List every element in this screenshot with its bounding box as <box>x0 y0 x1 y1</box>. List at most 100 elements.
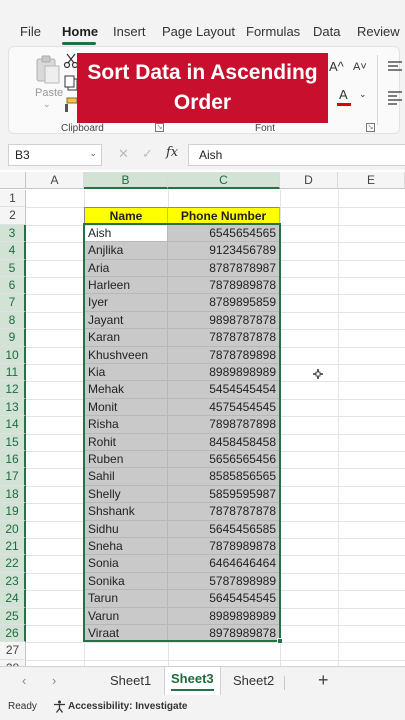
row-header[interactable]: 5 <box>0 259 26 277</box>
row-header[interactable]: 15 <box>0 433 26 451</box>
cell-phone[interactable]: 5859595987 <box>168 485 280 504</box>
cell-phone[interactable]: 5645456585 <box>168 520 280 538</box>
header-cell-name[interactable]: Name <box>84 207 168 225</box>
cell-phone[interactable]: 5656565456 <box>168 451 280 469</box>
cell-name[interactable]: Anjlika <box>84 242 168 260</box>
increase-font-size-button[interactable]: A^ <box>329 59 344 74</box>
cell-phone[interactable]: 8787878987 <box>168 259 280 277</box>
row-header[interactable]: 7 <box>0 294 26 312</box>
cell-phone[interactable]: 8585856565 <box>168 468 280 486</box>
cell-phone[interactable]: 5454545454 <box>168 381 280 399</box>
cell-name[interactable]: Kia <box>84 364 168 382</box>
align-left-icon[interactable] <box>387 89 403 105</box>
row-header[interactable]: 10 <box>0 346 26 364</box>
cell-name[interactable]: Karan <box>84 329 168 347</box>
cell-phone[interactable]: 6464646464 <box>168 555 280 573</box>
cell-phone[interactable]: 7878787878 <box>168 503 280 521</box>
cell-name[interactable]: Shshank <box>84 503 168 521</box>
cell-name[interactable]: Sonia <box>84 555 168 573</box>
cell-phone[interactable]: 8458458458 <box>168 433 280 451</box>
insert-function-button[interactable]: fx <box>166 145 178 160</box>
cell-phone[interactable]: 7878787878 <box>168 329 280 347</box>
cell-name[interactable]: Monit <box>84 398 168 417</box>
cell-phone[interactable]: 8989898989 <box>168 607 280 625</box>
cell-name[interactable]: Mehak <box>84 381 168 399</box>
cell-name[interactable]: Ruben <box>84 451 168 469</box>
row-header[interactable]: 18 <box>0 485 26 504</box>
cell-name[interactable]: Sidhu <box>84 520 168 538</box>
select-all-corner[interactable] <box>0 172 26 189</box>
cell-name[interactable]: Aria <box>84 259 168 277</box>
tab-formulas[interactable]: Formulas <box>246 24 300 39</box>
cell-name[interactable]: Aish <box>84 224 168 243</box>
tab-review[interactable]: Review <box>357 24 400 39</box>
cell-phone[interactable]: 6545654565 <box>168 224 280 243</box>
paste-dropdown-icon[interactable]: ⌄ <box>43 99 51 110</box>
row-header[interactable]: 26 <box>0 625 26 643</box>
font-color-button[interactable]: A <box>339 87 348 102</box>
tab-file[interactable]: File <box>20 24 41 39</box>
header-cell-phone[interactable]: Phone Number <box>168 207 280 225</box>
row-header[interactable]: 8 <box>0 311 26 330</box>
clipboard-launcher-icon[interactable]: ↘ <box>155 123 164 132</box>
row-header[interactable]: 27 <box>0 642 26 660</box>
row-header[interactable]: 16 <box>0 451 26 469</box>
cell-phone[interactable]: 7878789898 <box>168 346 280 364</box>
sheet-tab-sheet1[interactable]: Sheet1 <box>110 673 151 688</box>
paste-icon[interactable] <box>35 55 61 85</box>
row-header[interactable]: 13 <box>0 398 26 417</box>
row-header[interactable]: 25 <box>0 607 26 625</box>
cancel-formula-icon[interactable]: ✕ <box>118 146 129 162</box>
tab-page-layout[interactable]: Page Layout <box>162 24 235 39</box>
cell-phone[interactable]: 9898787878 <box>168 311 280 330</box>
row-header[interactable]: 2 <box>0 207 26 225</box>
worksheet-grid[interactable]: A B C D E 1 2 3 4 5 6 7 8 9 10 11 12 13 14 15 16 17 18 19 2… <box>0 172 405 666</box>
row-header[interactable]: 22 <box>0 555 26 573</box>
cell-phone[interactable]: 7878989878 <box>168 277 280 295</box>
name-box-dropdown-icon[interactable]: ⌄ <box>89 148 97 159</box>
cell-phone[interactable]: 8978989878 <box>168 625 280 643</box>
paste-button[interactable]: Paste <box>35 87 63 99</box>
tab-data[interactable]: Data <box>313 24 340 39</box>
cell-phone[interactable]: 8789895859 <box>168 294 280 312</box>
row-header[interactable]: 17 <box>0 468 26 486</box>
accessibility-status[interactable]: Accessibility: Investigate <box>68 701 188 712</box>
row-header[interactable]: 9 <box>0 329 26 347</box>
cell-phone[interactable]: 7878989878 <box>168 538 280 556</box>
decrease-font-size-button[interactable]: A˅ <box>353 61 367 73</box>
row-header[interactable]: 19 <box>0 503 26 521</box>
cell-name[interactable]: Sneha <box>84 538 168 556</box>
font-color-dropdown-icon[interactable]: ⌄ <box>359 89 367 100</box>
row-header[interactable]: 1 <box>0 190 26 208</box>
font-launcher-icon[interactable]: ↘ <box>366 123 375 132</box>
formula-input[interactable]: Aish <box>188 144 405 166</box>
cell-name[interactable]: Sonika <box>84 572 168 591</box>
row-header[interactable]: 14 <box>0 416 26 434</box>
row-header[interactable]: 24 <box>0 590 26 608</box>
add-sheet-icon[interactable]: + <box>318 670 329 691</box>
row-header[interactable]: 11 <box>0 364 26 382</box>
cell-name[interactable]: Harleen <box>84 277 168 295</box>
cell-phone[interactable]: 4575454545 <box>168 398 280 417</box>
cell-name[interactable]: Sahil <box>84 468 168 486</box>
cell-phone[interactable]: 5645454545 <box>168 590 280 608</box>
cell-phone[interactable]: 9123456789 <box>168 242 280 260</box>
cell-name[interactable]: Risha <box>84 416 168 434</box>
column-header-c[interactable]: C <box>168 172 280 189</box>
column-header-a[interactable]: A <box>26 172 84 189</box>
column-header-e[interactable]: E <box>338 172 405 189</box>
row-header[interactable]: 21 <box>0 538 26 556</box>
cell-phone[interactable]: 5787898989 <box>168 572 280 591</box>
accessibility-icon[interactable] <box>53 700 66 713</box>
row-header[interactable]: 23 <box>0 572 26 591</box>
row-header[interactable]: 6 <box>0 277 26 295</box>
row-header[interactable]: 20 <box>0 520 26 538</box>
cell-phone[interactable]: 7898787898 <box>168 416 280 434</box>
fill-handle[interactable] <box>277 638 283 644</box>
confirm-formula-icon[interactable]: ✓ <box>142 146 153 162</box>
column-header-b[interactable]: B <box>84 172 168 189</box>
cell-name[interactable]: Iyer <box>84 294 168 312</box>
sheet-tab-sheet2[interactable]: Sheet2 <box>233 673 274 688</box>
cell-name[interactable]: Jayant <box>84 311 168 330</box>
row-header[interactable]: 12 <box>0 381 26 399</box>
